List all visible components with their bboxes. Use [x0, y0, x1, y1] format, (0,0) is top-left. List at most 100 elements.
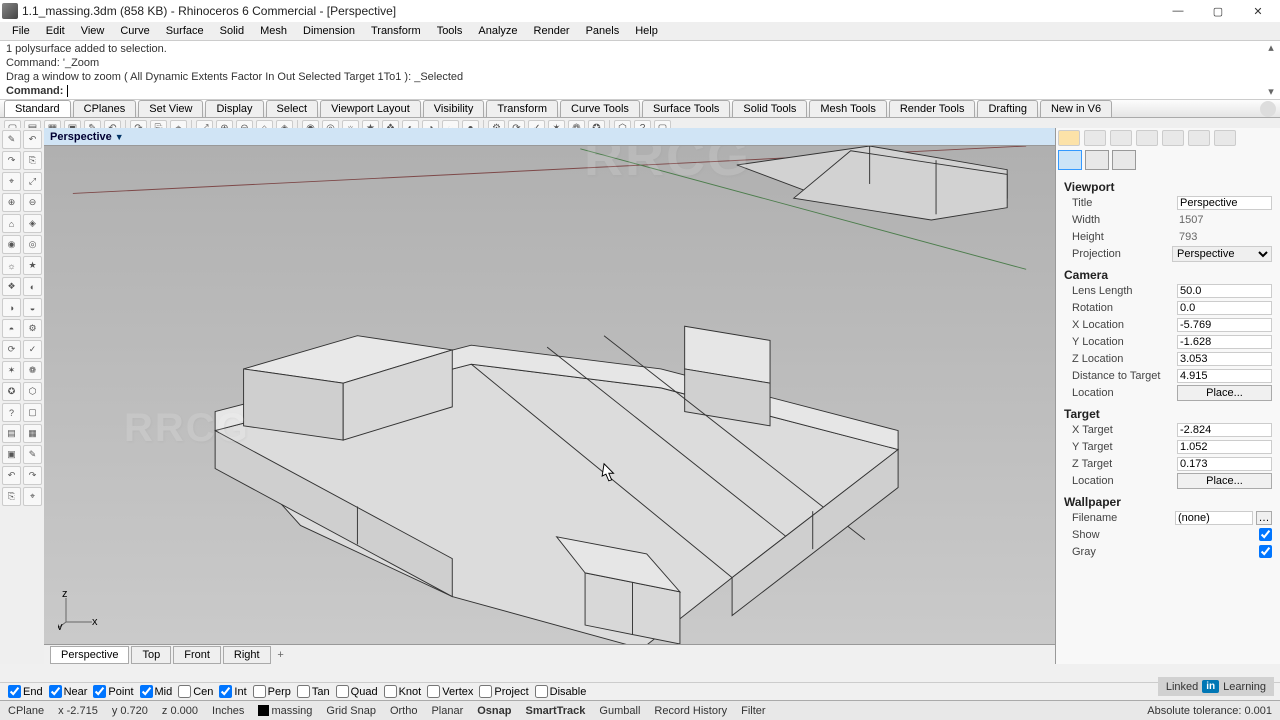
rotation-field[interactable]: 0.0 [1177, 301, 1272, 315]
viewport-dropdown-icon[interactable]: ▼ [115, 132, 124, 142]
command-area[interactable]: 1 polysurface added to selection. Comman… [0, 40, 1280, 100]
tool-button[interactable]: ◈ [23, 214, 42, 233]
lens-field[interactable]: 50.0 [1177, 284, 1272, 298]
toolbar-tab[interactable]: Viewport Layout [320, 100, 421, 117]
close-button[interactable]: ✕ [1238, 1, 1278, 21]
tool-button[interactable]: ▣ [2, 445, 21, 464]
tool-button[interactable]: ★ [23, 256, 42, 275]
panel-tab-icon[interactable] [1214, 130, 1236, 146]
cam-z-field[interactable]: 3.053 [1177, 352, 1272, 366]
tool-button[interactable]: ✓ [23, 340, 42, 359]
menu-view[interactable]: View [73, 25, 113, 37]
viewport-props-tab-icon[interactable] [1058, 150, 1082, 170]
toggle-ortho[interactable]: Ortho [390, 705, 418, 717]
viewport-title-field[interactable]: Perspective [1177, 196, 1272, 210]
toolbar-tab[interactable]: New in V6 [1040, 100, 1112, 117]
toolbar-tab[interactable]: Mesh Tools [809, 100, 886, 117]
tool-button[interactable]: ◎ [23, 235, 42, 254]
maximize-button[interactable]: ▢ [1198, 1, 1238, 21]
viewport-title[interactable]: Perspective ▼ [44, 128, 1055, 146]
toolbar-tab[interactable]: Set View [138, 100, 203, 117]
viewport-tab-front[interactable]: Front [173, 646, 221, 664]
tool-button[interactable]: ▦ [23, 424, 42, 443]
tool-button[interactable]: ⚙ [23, 319, 42, 338]
toolbar-tab[interactable]: Select [266, 100, 319, 117]
status-layer[interactable]: massing [258, 705, 312, 717]
tool-button[interactable]: ✎ [23, 445, 42, 464]
panel-tab-icon[interactable] [1188, 130, 1210, 146]
command-cursor[interactable] [67, 85, 68, 97]
toggle-planar[interactable]: Planar [431, 705, 463, 717]
toolbar-tab[interactable]: Drafting [977, 100, 1038, 117]
tool-button[interactable]: ↶ [2, 466, 21, 485]
toolbar-tab[interactable]: Solid Tools [732, 100, 807, 117]
panel-tab-icon[interactable] [1162, 130, 1184, 146]
toolbar-tab[interactable]: Surface Tools [642, 100, 730, 117]
osnap-int-checkbox[interactable] [219, 685, 232, 698]
tool-button[interactable]: ▢ [23, 403, 42, 422]
osnap-mid-checkbox[interactable] [140, 685, 153, 698]
status-cplane[interactable]: CPlane [8, 705, 44, 717]
osnap-end-checkbox[interactable] [8, 685, 21, 698]
viewport-tab-top[interactable]: Top [131, 646, 171, 664]
tool-button[interactable]: ⎘ [2, 487, 21, 506]
cam-dist-field[interactable]: 4.915 [1177, 369, 1272, 383]
menu-panels[interactable]: Panels [578, 25, 628, 37]
toolbar-tab[interactable]: Curve Tools [560, 100, 640, 117]
tool-button[interactable]: ⎘ [23, 151, 42, 170]
toolbar-tab[interactable]: Visibility [423, 100, 485, 117]
menu-file[interactable]: File [4, 25, 38, 37]
tool-button[interactable]: ▤ [2, 424, 21, 443]
target-y-field[interactable]: 1.052 [1177, 440, 1272, 454]
wallpaper-file-field[interactable]: (none) [1175, 511, 1253, 525]
osnap-perp-checkbox[interactable] [253, 685, 266, 698]
tool-button[interactable]: ✶ [2, 361, 21, 380]
menu-edit[interactable]: Edit [38, 25, 73, 37]
menu-mesh[interactable]: Mesh [252, 25, 295, 37]
place-camera-button[interactable]: Place... [1177, 385, 1272, 401]
tool-button[interactable]: ⌖ [2, 172, 21, 191]
panel-tab-properties-icon[interactable] [1058, 130, 1080, 146]
subpanel-tab-icon[interactable] [1112, 150, 1136, 170]
tool-button[interactable]: ◑ [2, 298, 21, 317]
target-z-field[interactable]: 0.173 [1177, 457, 1272, 471]
target-x-field[interactable]: -2.824 [1177, 423, 1272, 437]
osnap-project-checkbox[interactable] [479, 685, 492, 698]
menu-transform[interactable]: Transform [363, 25, 429, 37]
subpanel-tab-icon[interactable] [1085, 150, 1109, 170]
toggle-smarttrack[interactable]: SmartTrack [525, 705, 585, 717]
browse-button[interactable]: … [1256, 511, 1272, 525]
command-scrollbar[interactable]: ▴▾ [1264, 43, 1278, 97]
panel-tab-icon[interactable] [1136, 130, 1158, 146]
wallpaper-gray-checkbox[interactable] [1259, 545, 1272, 558]
menu-analyze[interactable]: Analyze [470, 25, 525, 37]
osnap-vertex-checkbox[interactable] [427, 685, 440, 698]
tool-button[interactable]: ❖ [2, 277, 21, 296]
toolbar-tab[interactable]: Display [205, 100, 263, 117]
status-tolerance[interactable]: Absolute tolerance: 0.001 [1147, 705, 1272, 717]
tool-button[interactable]: ⊕ [2, 193, 21, 212]
projection-select[interactable]: Perspective [1172, 246, 1272, 262]
viewport-tab-perspective[interactable]: Perspective [50, 646, 129, 664]
panel-tab-icon[interactable] [1110, 130, 1132, 146]
menu-render[interactable]: Render [526, 25, 578, 37]
tool-button[interactable]: ⟳ [2, 340, 21, 359]
toggle-osnap[interactable]: Osnap [477, 705, 511, 717]
tool-button[interactable]: ☼ [2, 256, 21, 275]
wallpaper-show-checkbox[interactable] [1259, 528, 1272, 541]
toggle-filter[interactable]: Filter [741, 705, 765, 717]
menu-curve[interactable]: Curve [112, 25, 157, 37]
toolbar-tab[interactable]: Render Tools [889, 100, 976, 117]
cam-y-field[interactable]: -1.628 [1177, 335, 1272, 349]
menu-tools[interactable]: Tools [429, 25, 471, 37]
scroll-down-icon[interactable]: ▾ [1264, 87, 1278, 97]
osnap-cen-checkbox[interactable] [178, 685, 191, 698]
toggle-record-history[interactable]: Record History [654, 705, 727, 717]
panel-tab-layers-icon[interactable] [1084, 130, 1106, 146]
toolbar-tab[interactable]: Transform [486, 100, 558, 117]
tool-button[interactable]: ✎ [2, 130, 21, 149]
tool-button[interactable]: ? [2, 403, 21, 422]
toggle-gumball[interactable]: Gumball [599, 705, 640, 717]
tool-button[interactable]: ⌖ [23, 487, 42, 506]
cam-x-field[interactable]: -5.769 [1177, 318, 1272, 332]
